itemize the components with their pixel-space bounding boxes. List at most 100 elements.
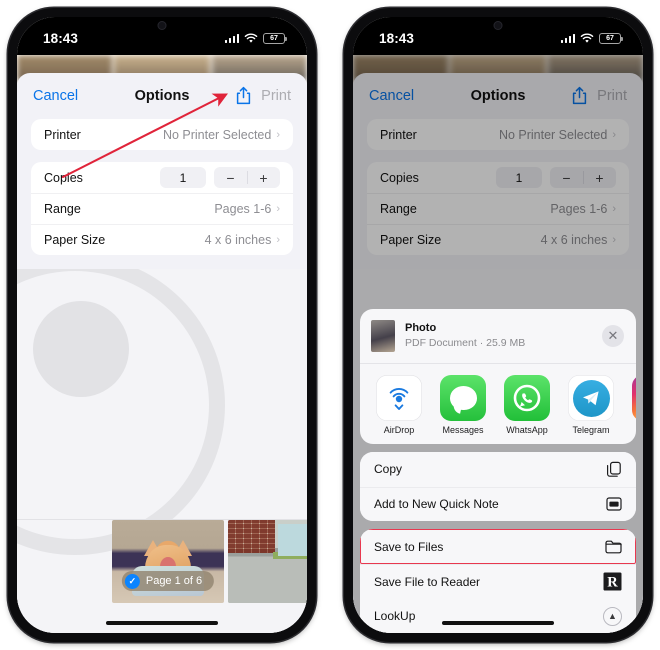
range-value-text: Pages 1-6 [214,201,272,216]
status-time: 18:43 [379,30,415,46]
copies-stepper: 1 − + [160,167,280,188]
share-card-top: Photo PDF Document · 25.9 MB ✕ AirDrop M… [360,309,636,444]
page-badge: ✓ Page 1 of 6 [121,571,215,591]
cellular-signal-icon [224,33,239,43]
document-subtitle: PDF Document · 25.9 MB [405,337,526,350]
row-label-paper-size: Paper Size [44,232,106,247]
row-paper-size[interactable]: Paper Size 4 x 6 inches › [31,224,293,255]
phone-left: 18:43 67 Cancel Options Print Printer No… [8,8,316,642]
copy-icon [606,461,622,478]
chevron-right-icon: › [276,202,280,215]
phone-left-screen: 18:43 67 Cancel Options Print Printer No… [17,17,307,633]
action-label: Save to Files [374,539,444,554]
share-actions-group-2: Save to Files Save File to Reader R Look… [360,529,636,633]
row-label-range: Range [44,201,81,216]
chevron-right-icon: › [276,233,280,246]
wifi-icon [580,33,594,43]
plus-button[interactable]: + [259,171,267,185]
share-target-label: AirDrop [383,425,415,435]
action-label: Save File to Reader [374,574,481,589]
action-label: Copy [374,462,403,477]
messages-icon [440,375,486,421]
share-target-whatsapp[interactable]: WhatsApp [502,375,552,435]
printer-group: Printer No Printer Selected › [31,119,293,150]
decorative-arc [17,269,225,555]
cellular-signal-icon [560,33,575,43]
row-label-printer: Printer [44,127,81,142]
share-sheet: Photo PDF Document · 25.9 MB ✕ AirDrop M… [353,309,643,633]
status-indicators: 67 [224,29,287,44]
reader-app-icon: R [603,572,622,591]
paper-size-value-text: 4 x 6 inches [204,232,272,247]
home-indicator[interactable] [106,621,218,625]
action-save-file-to-reader[interactable]: Save File to Reader R [360,564,636,600]
telegram-icon [568,375,614,421]
chevron-right-icon: › [276,128,280,141]
preview-page-2[interactable] [228,520,307,603]
share-target-telegram[interactable]: Telegram [566,375,616,435]
copies-plus-minus: − + [214,167,280,188]
row-copies: Copies 1 − + [31,162,293,193]
notch [110,17,214,39]
print-preview-area: ✓ Page 1 of 6 [17,269,307,633]
wifi-icon [244,33,258,43]
share-target-label: Ins [630,425,636,435]
page-badge-label: Page 1 of 6 [145,575,203,587]
minus-button[interactable]: − [226,171,234,185]
action-save-to-files[interactable]: Save to Files [360,529,636,565]
action-lookup[interactable]: LookUp ▲ [360,599,636,633]
status-indicators: 67 [560,29,623,44]
share-document-header: Photo PDF Document · 25.9 MB ✕ [360,309,636,363]
action-label: LookUp [374,609,416,624]
share-target-messages[interactable]: Messages [438,375,488,435]
svg-text:R: R [607,575,618,591]
battery-level: 67 [606,34,614,42]
document-thumbnail [371,320,395,352]
screenshot-stage: 18:43 67 Cancel Options Print Printer No… [0,0,660,650]
print-button[interactable]: Print [261,88,291,104]
preview-pages: ✓ Page 1 of 6 [17,520,307,603]
share-target-airdrop[interactable]: AirDrop [374,375,424,435]
header-actions: Print [235,86,291,106]
home-indicator[interactable] [442,621,554,625]
row-value-printer: No Printer Selected › [163,128,280,142]
document-info: Photo PDF Document · 25.9 MB [405,321,525,350]
phone-right-screen: 18:43 67 Cancel Options Print Printer No… [353,17,643,633]
share-target-label: Messages [442,425,484,435]
share-actions-group-1: Copy Add to New Quick Note [360,451,636,522]
print-options-sheet: Cancel Options Print Printer No Printer … [17,73,307,633]
instagram-icon [632,375,636,421]
printer-value-text: No Printer Selected [162,127,272,142]
share-target-instagram[interactable]: Ins [630,375,636,435]
decorative-circle [33,301,129,397]
print-settings-group: Copies 1 − + Range Pages 1-6 › Paper Siz… [31,162,293,255]
notch [446,17,550,39]
sheet-header: Cancel Options Print [17,73,307,119]
street-photo [228,520,307,603]
copies-count[interactable]: 1 [160,167,206,188]
share-target-label: Telegram [572,425,610,435]
action-label: Add to New Quick Note [374,497,499,512]
row-value-range: Pages 1-6 › [214,202,280,216]
action-copy[interactable]: Copy [360,451,636,487]
status-time: 18:43 [43,30,79,46]
battery-icon: 67 [263,32,287,44]
phone-right: 18:43 67 Cancel Options Print Printer No… [344,8,652,642]
close-icon[interactable]: ✕ [602,325,624,347]
checkmark-icon: ✓ [124,573,140,589]
quick-note-icon [606,497,622,511]
document-title: Photo [405,322,437,335]
preview-page-1[interactable]: ✓ Page 1 of 6 [112,520,224,603]
grass-patch [272,551,307,559]
battery-icon: 67 [599,32,623,44]
cancel-button[interactable]: Cancel [33,88,78,104]
share-icon[interactable] [235,86,252,106]
share-target-label: WhatsApp [506,425,548,435]
row-label-copies: Copies [44,170,83,185]
action-add-quick-note[interactable]: Add to New Quick Note [360,486,636,522]
battery-level: 67 [270,34,278,42]
row-printer[interactable]: Printer No Printer Selected › [31,119,293,150]
row-range[interactable]: Range Pages 1-6 › [31,193,293,224]
chevron-up-icon[interactable]: ▲ [603,606,622,626]
